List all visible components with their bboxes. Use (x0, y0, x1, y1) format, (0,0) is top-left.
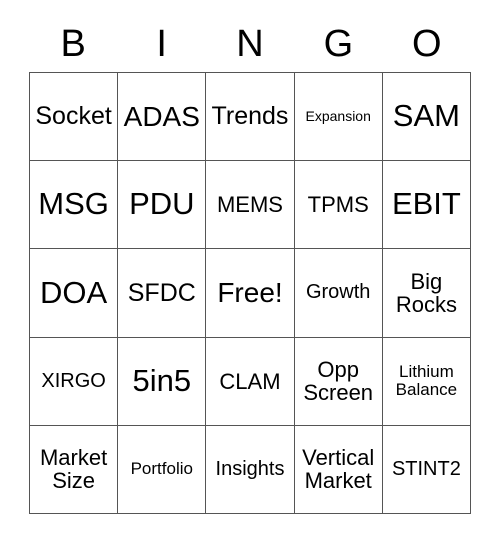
bingo-cell-i3[interactable]: SFDC (118, 249, 207, 338)
bingo-cell-label: PDU (129, 186, 195, 222)
bingo-cell-label: Big Rocks (395, 268, 457, 317)
bingo-cell-label: CLAM (219, 368, 281, 394)
bingo-cell-g1[interactable]: Expansion (294, 73, 383, 162)
bingo-cell-label: STINT2 (391, 457, 461, 480)
bingo-grid: Socket ADAS Trends Expansion SAM MSG PDU… (29, 72, 471, 514)
bingo-cell-label: ADAS (123, 100, 200, 132)
bingo-cell-label: Opp Screen (303, 356, 374, 406)
bingo-cell-g5[interactable]: Vertical Market (294, 425, 383, 514)
bingo-header-letter-g: G (323, 23, 354, 65)
bingo-cell-label: TPMS (307, 192, 369, 218)
bingo-cell-o5[interactable]: STINT2 (382, 425, 471, 514)
bingo-cell-o4[interactable]: Lithium Balance (382, 337, 471, 426)
bingo-cell-i2[interactable]: PDU (118, 161, 207, 250)
bingo-cell-b2[interactable]: MSG (30, 161, 119, 250)
bingo-cell-n5[interactable]: Insights (206, 425, 295, 514)
bingo-cell-label: SFDC (127, 278, 196, 307)
bingo-header-letter-o: O (412, 23, 442, 65)
bingo-cell-label: DOA (40, 274, 108, 310)
bingo-cell-o2[interactable]: EBIT (382, 161, 471, 250)
bingo-header-letter-n: N (236, 23, 264, 65)
bingo-cell-label: Insights (215, 457, 285, 480)
bingo-cell-b3[interactable]: DOA (30, 249, 119, 338)
bingo-cell-free-space[interactable]: Free! (206, 249, 295, 338)
bingo-cell-g4[interactable]: Opp Screen (294, 337, 383, 426)
bingo-cell-o1[interactable]: SAM (382, 73, 471, 162)
bingo-cell-label: Socket (35, 102, 112, 131)
bingo-cell-label: 5in5 (132, 362, 192, 398)
bingo-cell-i5[interactable]: Portfolio (118, 425, 207, 514)
bingo-header: B I N G O (29, 18, 471, 70)
bingo-cell-label: Expansion (305, 108, 371, 125)
bingo-cell-label: Trends (211, 102, 289, 131)
bingo-cell-n2[interactable]: MEMS (206, 161, 295, 250)
bingo-cell-o3[interactable]: Big Rocks (382, 249, 471, 338)
bingo-cell-label: SAM (392, 98, 460, 134)
bingo-header-letter-b: B (60, 23, 86, 65)
bingo-header-letter-i: I (156, 23, 167, 65)
bingo-cell-label: EBIT (391, 186, 461, 222)
bingo-card: B I N G O Socket ADAS Trends Expansion S… (0, 0, 500, 544)
bingo-cell-b4[interactable]: XIRGO (30, 337, 119, 426)
bingo-cell-label: MEMS (216, 192, 283, 218)
bingo-cell-i1[interactable]: ADAS (118, 73, 207, 162)
bingo-cell-g2[interactable]: TPMS (294, 161, 383, 250)
bingo-cell-label: MSG (38, 186, 109, 222)
bingo-cell-label: Lithium Balance (395, 362, 458, 400)
bingo-cell-label: Vertical Market (302, 445, 375, 494)
bingo-cell-label: Portfolio (130, 459, 193, 479)
bingo-cell-label: Free! (217, 277, 283, 309)
bingo-cell-label: XIRGO (41, 369, 106, 392)
bingo-cell-i4[interactable]: 5in5 (118, 337, 207, 426)
bingo-cell-b5[interactable]: Market Size (30, 425, 119, 514)
bingo-cell-g3[interactable]: Growth (294, 249, 383, 338)
bingo-cell-n1[interactable]: Trends (206, 73, 295, 162)
bingo-cell-n4[interactable]: CLAM (206, 337, 295, 426)
bingo-cell-b1[interactable]: Socket (30, 73, 119, 162)
bingo-cell-label: Growth (305, 281, 371, 304)
bingo-cell-label: Market Size (39, 445, 108, 494)
